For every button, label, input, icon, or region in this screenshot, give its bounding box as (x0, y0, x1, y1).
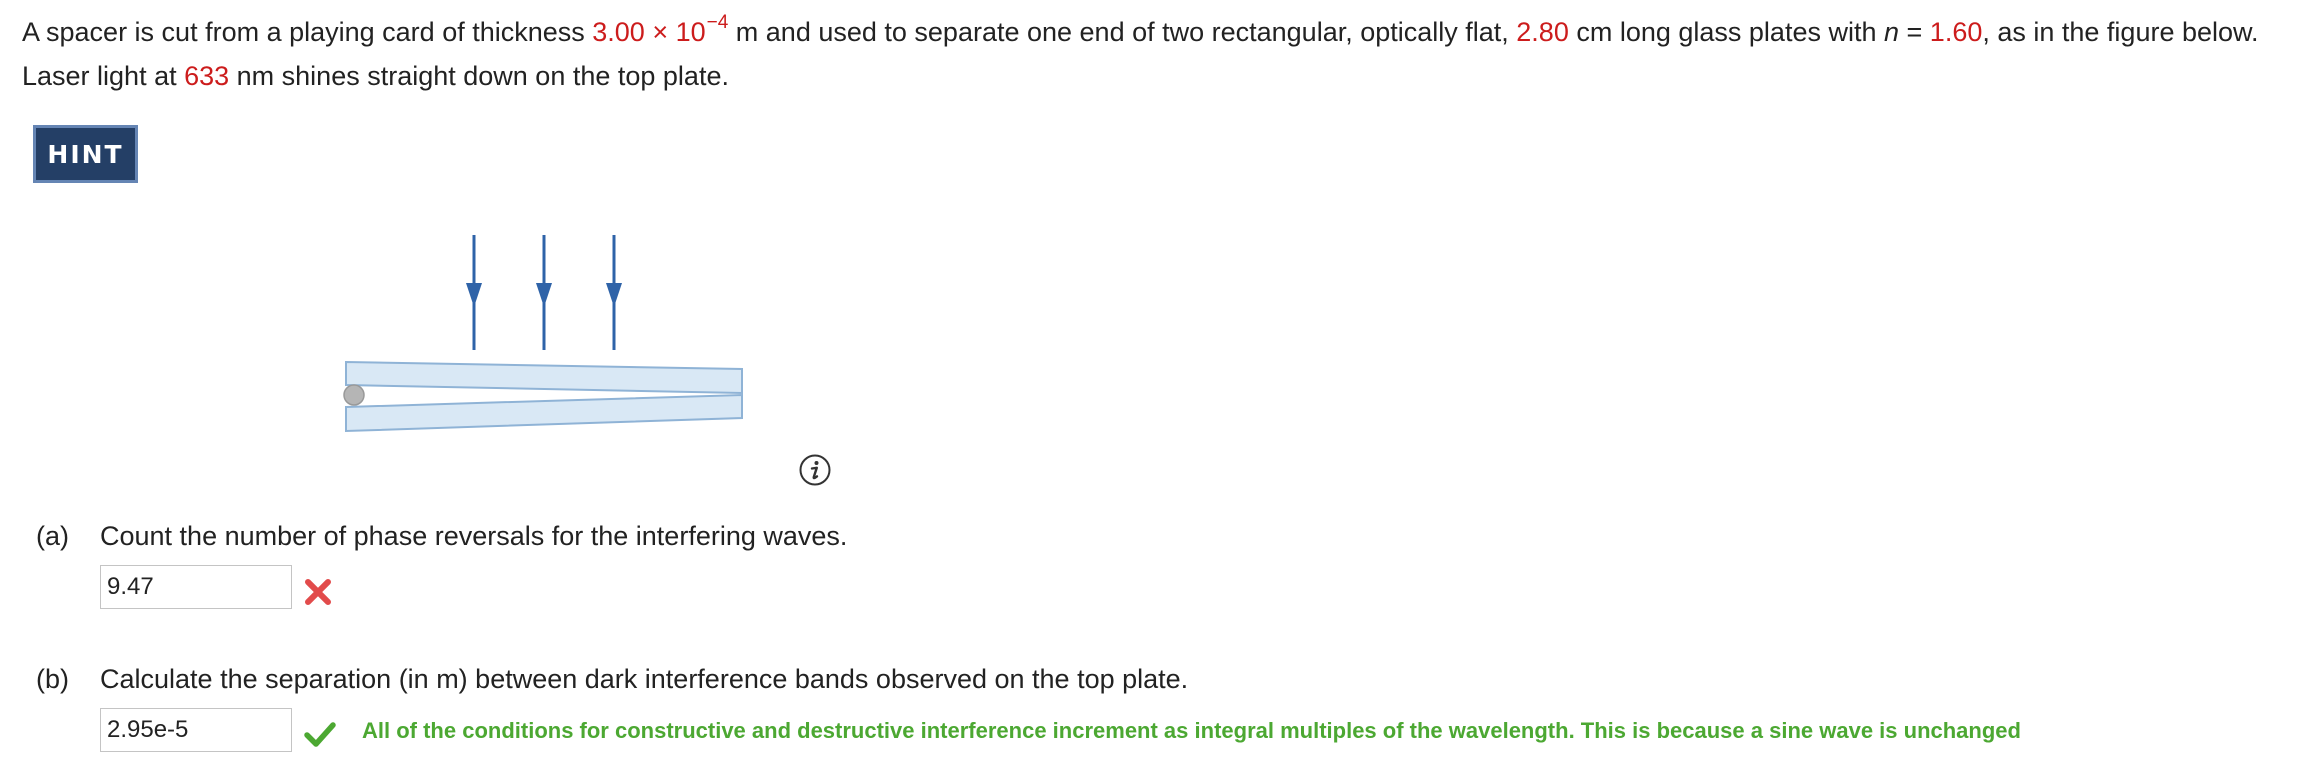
part-a-text: Count the number of phase reversals for … (100, 521, 848, 551)
bottom-glass-plate (345, 393, 743, 433)
wedge-figure (343, 235, 743, 433)
laser-arrows (466, 235, 622, 350)
thickness-exponent: −4 (706, 12, 729, 33)
spacer-card (343, 384, 365, 406)
part-b-answer-input[interactable]: 2.95e-5 (100, 708, 292, 752)
part-b-feedback: All of the conditions for constructive a… (362, 718, 2021, 743)
part-b-question: (b) Calculate the separation (in m) betwe… (36, 662, 1188, 696)
part-b-text: Calculate the separation (in m) between … (100, 664, 1189, 694)
laser-arrow (466, 235, 482, 350)
problem-text: = (1899, 17, 1930, 47)
x-icon (305, 579, 331, 605)
problem-text: A spacer is cut from a playing card of t… (22, 17, 593, 47)
laser-arrow (606, 235, 622, 350)
hint-button[interactable]: HINT (33, 125, 138, 183)
length-value: 2.80 (1516, 17, 1569, 47)
problem-text: nm shines straight down on the top plate… (229, 61, 729, 91)
info-icon[interactable] (798, 453, 832, 487)
part-a-question: (a) Count the number of phase reversals f… (36, 519, 847, 553)
top-glass-plate (345, 360, 743, 395)
laser-arrow (536, 235, 552, 350)
part-a-answer-input[interactable]: 9.47 (100, 565, 292, 609)
index-value: 1.60 (1929, 17, 1983, 47)
n-symbol: n (1883, 17, 1900, 47)
part-b-label: (b) (36, 664, 69, 694)
part-a-label: (a) (36, 521, 69, 551)
problem-statement: A spacer is cut from a playing card of t… (22, 12, 2312, 96)
thickness-value: 3.00 × 10 (592, 17, 706, 47)
wavelength-value: 633 (184, 61, 230, 91)
problem-text: cm long glass plates with (1568, 17, 1884, 47)
problem-text: m and used to separate one end of two re… (728, 17, 1517, 47)
checkmark-icon (304, 722, 336, 747)
